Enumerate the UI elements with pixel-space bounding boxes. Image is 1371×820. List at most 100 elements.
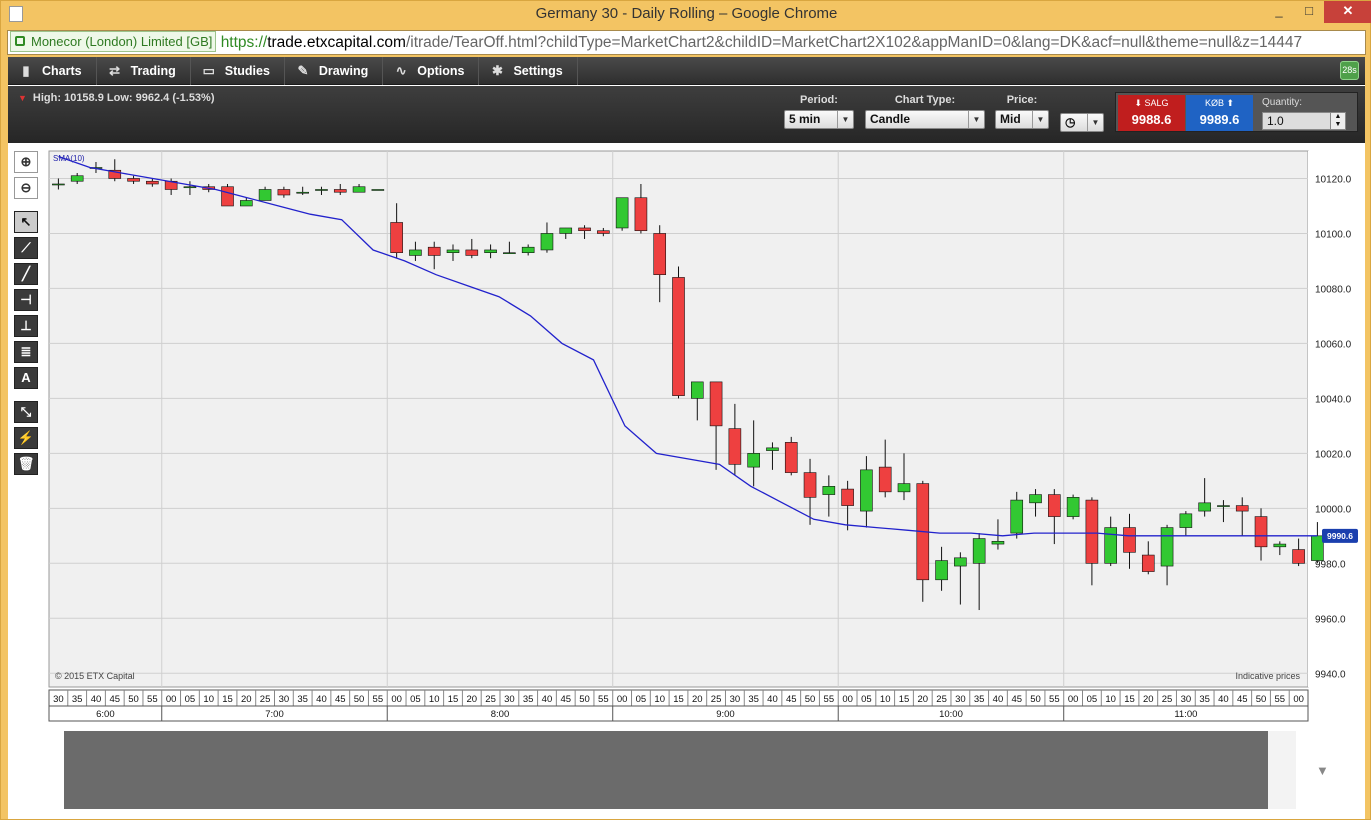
x-minute-label: 45 [335,694,346,705]
indicative-prices-text: Indicative prices [1235,671,1300,681]
x-minute-label: 25 [1162,694,1173,705]
x-hour-label: 8:00 [491,709,510,720]
settings-menu[interactable]: ✱ Settings [479,56,578,85]
minimize-button[interactable]: _ [1264,1,1294,23]
candle-body [784,442,798,473]
candle-body [690,381,704,399]
y-tick-label: 10120.0 [1315,174,1352,185]
x-minute-label: 55 [1275,694,1286,705]
chart-type-select[interactable]: Candle ▼ [865,110,985,129]
candle-body [484,249,497,254]
options-menu[interactable]: ∿ Options [383,56,480,85]
candle-body [822,486,836,495]
x-minute-label: 35 [72,694,83,705]
candle-body [52,183,65,186]
x-minute-label: 55 [373,694,384,705]
candle-body [1104,527,1117,564]
candle-body [427,246,441,256]
x-minute-label: 45 [109,694,120,705]
x-hour-label: 10:00 [939,709,963,720]
chart-navigator[interactable] [64,731,1296,809]
x-minute-label: 40 [1218,694,1229,705]
candle-body [1141,554,1155,572]
x-axis-hours [48,705,1309,722]
chevron-down-icon[interactable]: ▼ [1316,763,1329,778]
candle-body [860,469,873,512]
x-minute-label: 20 [1143,694,1154,705]
candle-body [371,189,385,191]
candle-body [841,488,854,506]
buy-button[interactable]: KØB ⬆ 9989.6 [1186,95,1253,131]
chart-info-bar: ▼ High: 10158.9 Low: 9962.4 (-1.53%) Peri… [8,86,1365,143]
window-title: Germany 30 - Daily Rolling – Google Chro… [535,5,838,22]
main-toolbar: ▮ Charts ⇄ Trading ▭ Studies ✎ Drawing ∿ Opti… [8,56,1365,85]
x-hour-label: 11:00 [1174,709,1197,720]
address-bar[interactable]: Monecor (London) Limited [GB] https://tr… [7,30,1366,55]
x-minute-label: 50 [1256,694,1267,705]
y-tick-label: 10080.0 [1315,284,1352,295]
x-minute-label: 55 [147,694,158,705]
candle-body [465,249,479,256]
y-tick-label: 10060.0 [1315,339,1352,350]
quantity-stepper[interactable]: 1.0 ▲ ▼ [1262,112,1346,130]
period-label: Period: [800,94,838,106]
candle-body [446,249,460,254]
candle-body [277,189,291,196]
x-minute-label: 10 [1105,694,1116,705]
charts-menu[interactable]: ▮ Charts [8,56,97,85]
x-minute-label: 35 [748,694,759,705]
candle-body [540,233,554,251]
candle-body [653,233,667,275]
down-triangle-icon: ▼ [18,93,27,103]
close-button[interactable]: ✕ [1324,1,1371,23]
x-minute-label: 45 [560,694,571,705]
x-minute-label: 30 [1181,694,1192,705]
x-minute-label: 30 [730,694,741,705]
gear-icon: ✱ [491,62,503,78]
drawing-menu[interactable]: ✎ Drawing [285,56,384,85]
spinner-icon[interactable]: ▲ ▼ [1330,113,1345,129]
y-tick-label: 10100.0 [1315,229,1352,240]
ev-certificate-badge[interactable]: Monecor (London) Limited [GB] [10,31,217,52]
trading-menu[interactable]: ⇄ Trading [97,56,191,85]
candle-body [803,472,817,498]
x-minute-label: 50 [354,694,365,705]
candle-body [1217,505,1230,507]
candle-body [1085,499,1099,564]
x-hour-label: 9:00 [716,709,735,720]
lock-icon [15,36,25,46]
x-minute-label: 40 [91,694,102,705]
candle-body [1048,494,1061,517]
chart-type-label: Chart Type: [894,94,956,106]
refresh-timer[interactable]: 28s [1340,61,1359,80]
x-minute-label: 00 [391,694,402,705]
title-bar: Germany 30 - Daily Rolling – Google Chro… [1,1,1371,28]
clock-select[interactable]: ◷ ▼ [1060,113,1104,132]
x-minute-label: 10 [654,694,665,705]
candle-body [615,197,629,229]
candle-body [1010,499,1024,534]
window-controls: _ □ ✕ [1264,1,1371,23]
candle-body [315,189,328,191]
x-minute-label: 30 [504,694,515,705]
y-tick-label: 10020.0 [1315,449,1352,460]
y-tick-label: 10000.0 [1315,504,1352,515]
candle-body [1235,505,1249,512]
x-minute-label: 20 [917,694,928,705]
y-tick-label: 9940.0 [1315,669,1346,680]
navigator-window-handle[interactable] [1268,731,1296,809]
maximize-button[interactable]: □ [1294,1,1324,23]
candle-body [221,186,234,207]
x-minute-label: 10 [880,694,891,705]
studies-menu[interactable]: ▭ Studies [191,56,285,85]
candle-body [296,191,309,194]
sell-button[interactable]: ⬇ SALG 9988.6 [1118,95,1185,131]
price-chart[interactable]: 10120.0 10100.0 10080.0 10060.0 10040.0 10020… [8,144,1365,819]
candle-body [597,230,610,234]
candle-body [333,189,347,193]
period-select[interactable]: 5 min ▼ [784,110,854,129]
x-minute-label: 25 [936,694,947,705]
price-select[interactable]: Mid ▼ [995,110,1049,129]
options-icon: ∿ [395,62,407,78]
candle-body [70,175,84,182]
